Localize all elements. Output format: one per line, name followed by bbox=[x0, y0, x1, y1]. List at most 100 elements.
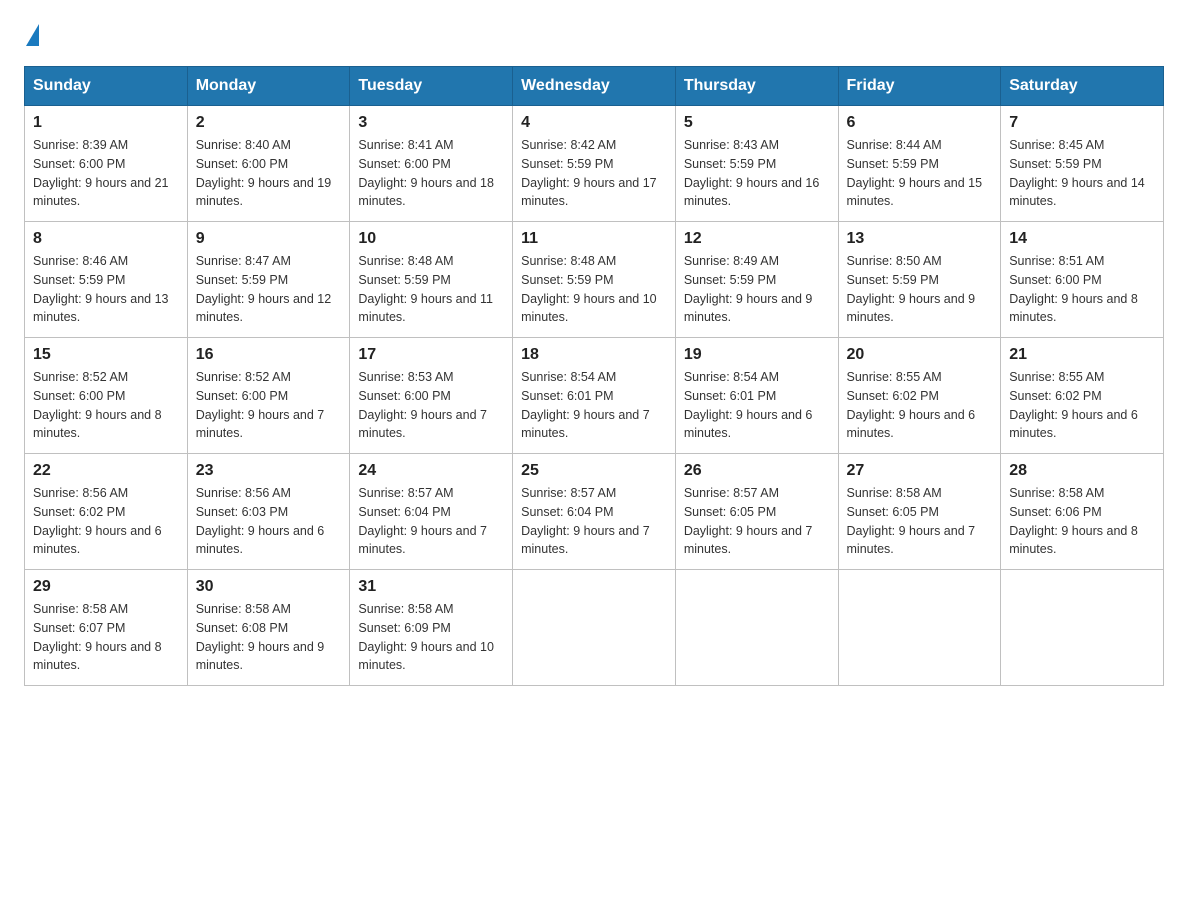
logo-triangle-icon bbox=[26, 24, 39, 46]
day-info: Sunrise: 8:50 AM Sunset: 5:59 PM Dayligh… bbox=[847, 252, 993, 327]
calendar-week-row: 8 Sunrise: 8:46 AM Sunset: 5:59 PM Dayli… bbox=[25, 222, 1164, 338]
calendar-cell: 17 Sunrise: 8:53 AM Sunset: 6:00 PM Dayl… bbox=[350, 338, 513, 454]
calendar-cell: 5 Sunrise: 8:43 AM Sunset: 5:59 PM Dayli… bbox=[675, 106, 838, 222]
day-info: Sunrise: 8:40 AM Sunset: 6:00 PM Dayligh… bbox=[196, 136, 342, 211]
day-number: 28 bbox=[1009, 462, 1155, 480]
day-info: Sunrise: 8:58 AM Sunset: 6:07 PM Dayligh… bbox=[33, 600, 179, 675]
day-number: 9 bbox=[196, 230, 342, 248]
calendar-cell: 7 Sunrise: 8:45 AM Sunset: 5:59 PM Dayli… bbox=[1001, 106, 1164, 222]
calendar-cell: 3 Sunrise: 8:41 AM Sunset: 6:00 PM Dayli… bbox=[350, 106, 513, 222]
calendar-cell bbox=[1001, 570, 1164, 686]
day-number: 22 bbox=[33, 462, 179, 480]
day-info: Sunrise: 8:57 AM Sunset: 6:05 PM Dayligh… bbox=[684, 484, 830, 559]
calendar-header-saturday: Saturday bbox=[1001, 67, 1164, 106]
day-info: Sunrise: 8:55 AM Sunset: 6:02 PM Dayligh… bbox=[847, 368, 993, 443]
day-number: 10 bbox=[358, 230, 504, 248]
calendar-header-sunday: Sunday bbox=[25, 67, 188, 106]
day-number: 21 bbox=[1009, 346, 1155, 364]
day-info: Sunrise: 8:47 AM Sunset: 5:59 PM Dayligh… bbox=[196, 252, 342, 327]
calendar-cell: 20 Sunrise: 8:55 AM Sunset: 6:02 PM Dayl… bbox=[838, 338, 1001, 454]
calendar-cell: 19 Sunrise: 8:54 AM Sunset: 6:01 PM Dayl… bbox=[675, 338, 838, 454]
calendar-header-friday: Friday bbox=[838, 67, 1001, 106]
day-info: Sunrise: 8:46 AM Sunset: 5:59 PM Dayligh… bbox=[33, 252, 179, 327]
calendar-header-wednesday: Wednesday bbox=[513, 67, 676, 106]
calendar-week-row: 29 Sunrise: 8:58 AM Sunset: 6:07 PM Dayl… bbox=[25, 570, 1164, 686]
calendar-table: SundayMondayTuesdayWednesdayThursdayFrid… bbox=[24, 66, 1164, 686]
calendar-cell: 30 Sunrise: 8:58 AM Sunset: 6:08 PM Dayl… bbox=[187, 570, 350, 686]
calendar-cell: 29 Sunrise: 8:58 AM Sunset: 6:07 PM Dayl… bbox=[25, 570, 188, 686]
day-info: Sunrise: 8:56 AM Sunset: 6:02 PM Dayligh… bbox=[33, 484, 179, 559]
logo bbox=[24, 24, 39, 48]
calendar-header-row: SundayMondayTuesdayWednesdayThursdayFrid… bbox=[25, 67, 1164, 106]
calendar-cell bbox=[513, 570, 676, 686]
day-info: Sunrise: 8:41 AM Sunset: 6:00 PM Dayligh… bbox=[358, 136, 504, 211]
calendar-cell: 14 Sunrise: 8:51 AM Sunset: 6:00 PM Dayl… bbox=[1001, 222, 1164, 338]
day-info: Sunrise: 8:58 AM Sunset: 6:08 PM Dayligh… bbox=[196, 600, 342, 675]
page-header bbox=[24, 24, 1164, 48]
calendar-week-row: 15 Sunrise: 8:52 AM Sunset: 6:00 PM Dayl… bbox=[25, 338, 1164, 454]
calendar-cell bbox=[675, 570, 838, 686]
calendar-cell: 21 Sunrise: 8:55 AM Sunset: 6:02 PM Dayl… bbox=[1001, 338, 1164, 454]
calendar-header-tuesday: Tuesday bbox=[350, 67, 513, 106]
day-info: Sunrise: 8:57 AM Sunset: 6:04 PM Dayligh… bbox=[358, 484, 504, 559]
day-info: Sunrise: 8:48 AM Sunset: 5:59 PM Dayligh… bbox=[521, 252, 667, 327]
calendar-cell: 12 Sunrise: 8:49 AM Sunset: 5:59 PM Dayl… bbox=[675, 222, 838, 338]
day-number: 5 bbox=[684, 114, 830, 132]
day-number: 4 bbox=[521, 114, 667, 132]
day-number: 27 bbox=[847, 462, 993, 480]
day-number: 8 bbox=[33, 230, 179, 248]
day-number: 14 bbox=[1009, 230, 1155, 248]
day-number: 20 bbox=[847, 346, 993, 364]
day-info: Sunrise: 8:58 AM Sunset: 6:06 PM Dayligh… bbox=[1009, 484, 1155, 559]
day-info: Sunrise: 8:42 AM Sunset: 5:59 PM Dayligh… bbox=[521, 136, 667, 211]
calendar-cell: 9 Sunrise: 8:47 AM Sunset: 5:59 PM Dayli… bbox=[187, 222, 350, 338]
calendar-cell: 4 Sunrise: 8:42 AM Sunset: 5:59 PM Dayli… bbox=[513, 106, 676, 222]
day-info: Sunrise: 8:54 AM Sunset: 6:01 PM Dayligh… bbox=[684, 368, 830, 443]
day-number: 26 bbox=[684, 462, 830, 480]
day-number: 19 bbox=[684, 346, 830, 364]
day-number: 31 bbox=[358, 578, 504, 596]
calendar-cell: 23 Sunrise: 8:56 AM Sunset: 6:03 PM Dayl… bbox=[187, 454, 350, 570]
calendar-cell: 13 Sunrise: 8:50 AM Sunset: 5:59 PM Dayl… bbox=[838, 222, 1001, 338]
day-number: 18 bbox=[521, 346, 667, 364]
calendar-cell: 27 Sunrise: 8:58 AM Sunset: 6:05 PM Dayl… bbox=[838, 454, 1001, 570]
calendar-cell: 28 Sunrise: 8:58 AM Sunset: 6:06 PM Dayl… bbox=[1001, 454, 1164, 570]
calendar-cell: 2 Sunrise: 8:40 AM Sunset: 6:00 PM Dayli… bbox=[187, 106, 350, 222]
day-info: Sunrise: 8:48 AM Sunset: 5:59 PM Dayligh… bbox=[358, 252, 504, 327]
day-info: Sunrise: 8:51 AM Sunset: 6:00 PM Dayligh… bbox=[1009, 252, 1155, 327]
calendar-cell: 11 Sunrise: 8:48 AM Sunset: 5:59 PM Dayl… bbox=[513, 222, 676, 338]
day-number: 29 bbox=[33, 578, 179, 596]
day-number: 1 bbox=[33, 114, 179, 132]
day-number: 13 bbox=[847, 230, 993, 248]
day-number: 3 bbox=[358, 114, 504, 132]
calendar-cell bbox=[838, 570, 1001, 686]
day-number: 17 bbox=[358, 346, 504, 364]
day-number: 15 bbox=[33, 346, 179, 364]
day-number: 2 bbox=[196, 114, 342, 132]
calendar-week-row: 1 Sunrise: 8:39 AM Sunset: 6:00 PM Dayli… bbox=[25, 106, 1164, 222]
day-info: Sunrise: 8:49 AM Sunset: 5:59 PM Dayligh… bbox=[684, 252, 830, 327]
day-info: Sunrise: 8:44 AM Sunset: 5:59 PM Dayligh… bbox=[847, 136, 993, 211]
day-info: Sunrise: 8:58 AM Sunset: 6:09 PM Dayligh… bbox=[358, 600, 504, 675]
calendar-week-row: 22 Sunrise: 8:56 AM Sunset: 6:02 PM Dayl… bbox=[25, 454, 1164, 570]
day-info: Sunrise: 8:52 AM Sunset: 6:00 PM Dayligh… bbox=[196, 368, 342, 443]
day-info: Sunrise: 8:55 AM Sunset: 6:02 PM Dayligh… bbox=[1009, 368, 1155, 443]
calendar-cell: 24 Sunrise: 8:57 AM Sunset: 6:04 PM Dayl… bbox=[350, 454, 513, 570]
day-info: Sunrise: 8:58 AM Sunset: 6:05 PM Dayligh… bbox=[847, 484, 993, 559]
day-number: 24 bbox=[358, 462, 504, 480]
day-number: 16 bbox=[196, 346, 342, 364]
calendar-cell: 1 Sunrise: 8:39 AM Sunset: 6:00 PM Dayli… bbox=[25, 106, 188, 222]
day-info: Sunrise: 8:39 AM Sunset: 6:00 PM Dayligh… bbox=[33, 136, 179, 211]
calendar-cell: 25 Sunrise: 8:57 AM Sunset: 6:04 PM Dayl… bbox=[513, 454, 676, 570]
day-number: 12 bbox=[684, 230, 830, 248]
calendar-cell: 8 Sunrise: 8:46 AM Sunset: 5:59 PM Dayli… bbox=[25, 222, 188, 338]
day-info: Sunrise: 8:54 AM Sunset: 6:01 PM Dayligh… bbox=[521, 368, 667, 443]
day-number: 11 bbox=[521, 230, 667, 248]
day-info: Sunrise: 8:45 AM Sunset: 5:59 PM Dayligh… bbox=[1009, 136, 1155, 211]
day-info: Sunrise: 8:57 AM Sunset: 6:04 PM Dayligh… bbox=[521, 484, 667, 559]
calendar-cell: 31 Sunrise: 8:58 AM Sunset: 6:09 PM Dayl… bbox=[350, 570, 513, 686]
day-info: Sunrise: 8:56 AM Sunset: 6:03 PM Dayligh… bbox=[196, 484, 342, 559]
calendar-header-thursday: Thursday bbox=[675, 67, 838, 106]
calendar-cell: 22 Sunrise: 8:56 AM Sunset: 6:02 PM Dayl… bbox=[25, 454, 188, 570]
calendar-cell: 16 Sunrise: 8:52 AM Sunset: 6:00 PM Dayl… bbox=[187, 338, 350, 454]
